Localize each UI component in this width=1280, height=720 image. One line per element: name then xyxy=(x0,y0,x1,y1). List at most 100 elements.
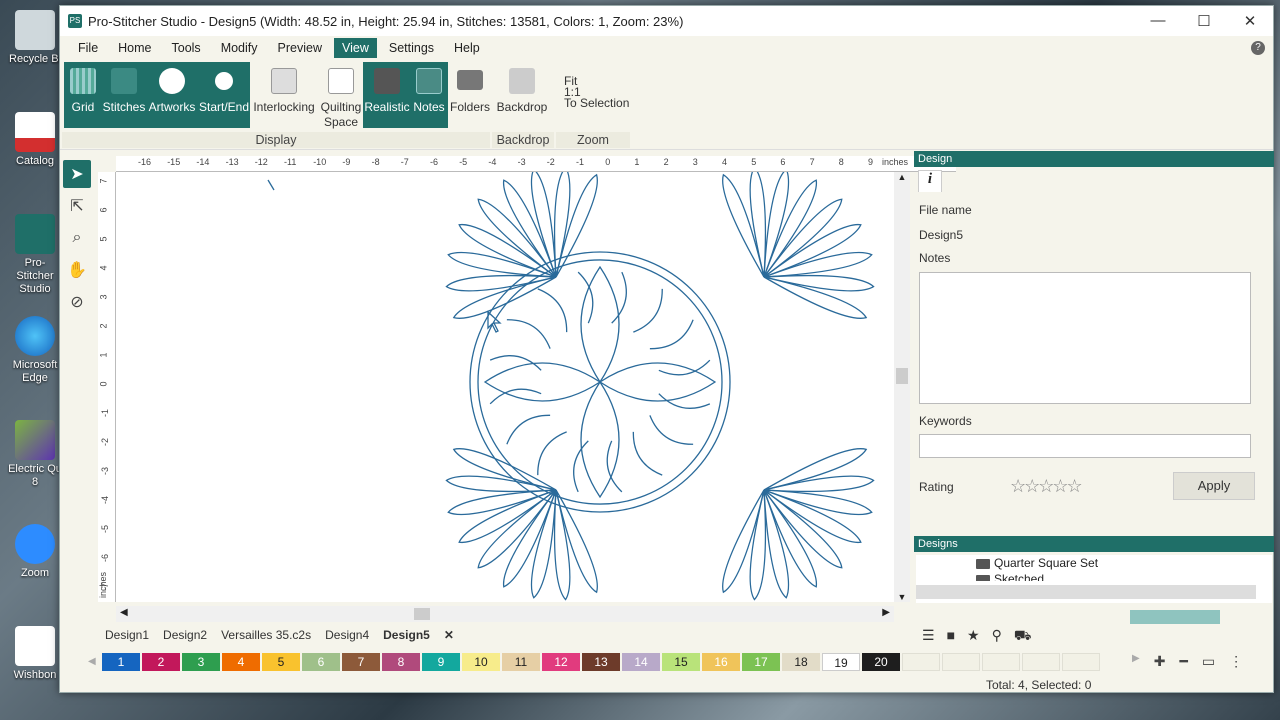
menu-tools[interactable]: Tools xyxy=(164,38,209,58)
desktop-icon-electric-quilt[interactable]: Electric Qu 8 xyxy=(6,420,64,489)
palette-right-arrow-icon[interactable]: ▶ xyxy=(1132,653,1140,670)
color-swatch-1[interactable]: 1 xyxy=(102,653,140,671)
color-swatch-9[interactable]: 9 xyxy=(422,653,460,671)
tree-item-sketched[interactable]: Sketched xyxy=(916,571,1272,581)
measure-icon[interactable]: ⊘ xyxy=(63,288,91,316)
color-swatch-15[interactable]: 15 xyxy=(662,653,700,671)
tree-item-quarter-square-set[interactable]: Quarter Square Set xyxy=(916,555,1272,571)
help-icon[interactable]: ? xyxy=(1251,41,1265,55)
realistic-button[interactable]: Realistic xyxy=(363,62,411,128)
empty-swatch[interactable] xyxy=(942,653,980,671)
start-end-button[interactable]: Start/End xyxy=(198,62,250,128)
color-swatch-5[interactable]: 5 xyxy=(262,653,300,671)
color-swatch-11[interactable]: 11 xyxy=(502,653,540,671)
notes-textarea[interactable] xyxy=(919,272,1251,404)
empty-swatch[interactable] xyxy=(902,653,940,671)
color-swatch-17[interactable]: 17 xyxy=(742,653,780,671)
more-options-icon[interactable]: ⋮ xyxy=(1229,653,1243,670)
ruler-tick-label: 0 xyxy=(605,157,611,167)
color-swatch-19[interactable]: 19 xyxy=(822,653,860,671)
tree-horizontal-scrollbar[interactable] xyxy=(916,585,1256,599)
backdrop-button[interactable]: Backdrop xyxy=(494,62,550,128)
color-swatch-6[interactable]: 6 xyxy=(302,653,340,671)
menu-file[interactable]: File xyxy=(70,38,106,58)
desktop-icon-recycle-bin[interactable]: Recycle Bi xyxy=(6,10,64,66)
quilt-design[interactable] xyxy=(116,172,894,602)
menu-home[interactable]: Home xyxy=(110,38,159,58)
color-swatch-4[interactable]: 4 xyxy=(222,653,260,671)
scroll-down-arrow-icon[interactable]: ▼ xyxy=(894,592,910,602)
favorite-star-icon[interactable]: ★ xyxy=(967,627,980,646)
color-swatch-10[interactable]: 10 xyxy=(462,653,500,671)
color-swatch-3[interactable]: 3 xyxy=(182,653,220,671)
tab-design4[interactable]: Design4 xyxy=(318,626,376,646)
add-color-icon[interactable]: ✚ xyxy=(1154,653,1166,670)
pan-hand-icon[interactable]: ✋ xyxy=(63,256,91,284)
menu-view[interactable]: View xyxy=(333,38,377,58)
select-arrow-icon[interactable]: ➤ xyxy=(63,160,91,188)
tab-versailles[interactable]: Versailles 35.c2s xyxy=(214,626,318,646)
menu-help[interactable]: Help xyxy=(446,38,488,58)
desktop-icon-zoom[interactable]: Zoom xyxy=(6,524,64,580)
color-swatch-12[interactable]: 12 xyxy=(542,653,580,671)
keywords-input[interactable] xyxy=(919,434,1251,458)
menu-settings[interactable]: Settings xyxy=(381,38,442,58)
scroll-left-arrow-icon[interactable]: ◀ xyxy=(120,607,128,618)
empty-swatch[interactable] xyxy=(1022,653,1060,671)
grid-button[interactable]: Grid xyxy=(64,62,102,128)
scroll-right-arrow-icon[interactable]: ▶ xyxy=(882,607,890,618)
quilting-space-button[interactable]: Quilting Space xyxy=(316,62,366,129)
zoom-options[interactable]: Fit 1:1 To Selection xyxy=(564,75,629,109)
design-canvas[interactable] xyxy=(116,172,894,602)
desktop-icon-edge[interactable]: Microsoft Edge xyxy=(6,316,64,385)
monitor-icon[interactable]: ▭ xyxy=(1202,653,1215,670)
interlocking-button[interactable]: Interlocking xyxy=(252,62,316,128)
list-view-icon[interactable]: ☰ xyxy=(922,627,935,646)
color-swatch-13[interactable]: 13 xyxy=(582,653,620,671)
empty-swatch[interactable] xyxy=(982,653,1020,671)
menu-preview[interactable]: Preview xyxy=(270,38,330,58)
tab-close-icon[interactable]: ✕ xyxy=(437,626,461,646)
vertical-scrollbar[interactable]: ▲ ▼ xyxy=(894,172,910,602)
color-swatch-14[interactable]: 14 xyxy=(622,653,660,671)
realistic-label: Realistic xyxy=(364,100,410,114)
minimize-button[interactable]: — xyxy=(1135,12,1181,30)
tab-design5[interactable]: Design5 xyxy=(376,626,437,646)
color-swatch-8[interactable]: 8 xyxy=(382,653,420,671)
info-tab[interactable]: i xyxy=(918,170,942,192)
desktop-icon-wishbone[interactable]: Wishbon xyxy=(6,626,64,682)
remove-color-icon[interactable]: ━ xyxy=(1179,653,1187,670)
artworks-button[interactable]: Artworks xyxy=(146,62,198,128)
color-swatch-20[interactable]: 20 xyxy=(862,653,900,671)
tab-design1[interactable]: Design1 xyxy=(98,626,156,646)
color-swatch-7[interactable]: 7 xyxy=(342,653,380,671)
color-swatch-18[interactable]: 18 xyxy=(782,653,820,671)
scroll-up-arrow-icon[interactable]: ▲ xyxy=(894,172,910,186)
design-thumbnail[interactable] xyxy=(1130,610,1220,624)
palette-left-arrow-icon[interactable]: ◀ xyxy=(88,653,102,671)
folders-button[interactable]: Folders xyxy=(448,62,492,128)
menu-modify[interactable]: Modify xyxy=(213,38,266,58)
apply-button[interactable]: Apply xyxy=(1173,472,1255,500)
color-swatch-16[interactable]: 16 xyxy=(702,653,740,671)
shopping-cart-icon[interactable]: ⛟ xyxy=(1014,627,1032,646)
library-icon[interactable]: ■ xyxy=(947,627,955,646)
zoom-magnifier-icon[interactable]: ⌕ xyxy=(63,224,91,252)
desktop-icon-catalog[interactable]: Catalog xyxy=(6,112,64,168)
horizontal-scrollbar[interactable]: ◀ ▶ xyxy=(116,606,894,622)
location-pin-icon[interactable]: ⚲ xyxy=(992,627,1002,646)
zoom-to-selection[interactable]: To Selection xyxy=(564,97,629,109)
stitches-button[interactable]: Stitches xyxy=(102,62,146,128)
maximize-button[interactable]: ☐ xyxy=(1181,12,1227,30)
notes-button[interactable]: Notes xyxy=(410,62,448,128)
close-button[interactable]: ✕ xyxy=(1227,12,1273,30)
color-swatch-2[interactable]: 2 xyxy=(142,653,180,671)
title-bar[interactable]: PS Pro-Stitcher Studio - Design5 (Width:… xyxy=(60,6,1273,36)
vertical-scroll-thumb[interactable] xyxy=(896,368,908,384)
node-select-icon[interactable]: ⇱ xyxy=(63,192,91,220)
empty-swatch[interactable] xyxy=(1062,653,1100,671)
tab-design2[interactable]: Design2 xyxy=(156,626,214,646)
desktop-icon-pro-stitcher[interactable]: Pro-Stitcher Studio xyxy=(6,214,64,296)
horizontal-scroll-thumb[interactable] xyxy=(414,608,430,620)
rating-stars[interactable]: ☆☆☆☆☆ xyxy=(1010,476,1083,497)
